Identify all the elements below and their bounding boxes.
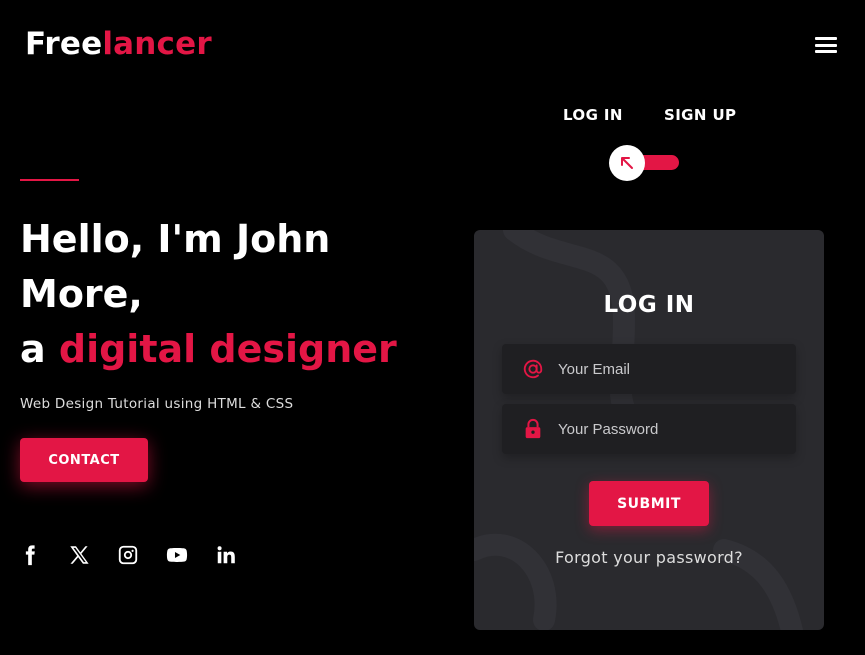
contact-button[interactable]: CONTACT — [20, 438, 148, 482]
login-card-title: LOG IN — [603, 292, 695, 318]
hero-title: Hello, I'm John More, a digital designer — [20, 212, 440, 377]
hero-subtitle: Web Design Tutorial using HTML & CSS — [20, 396, 294, 412]
facebook-icon[interactable] — [18, 543, 42, 567]
email-field[interactable] — [502, 344, 796, 394]
toggle-knob[interactable] — [609, 145, 645, 181]
instagram-icon[interactable] — [116, 543, 140, 567]
hamburger-icon[interactable] — [815, 37, 837, 53]
brand-logo[interactable]: Freelancer — [25, 26, 212, 62]
youtube-icon[interactable] — [165, 543, 189, 567]
lock-icon — [522, 418, 544, 440]
hero-title-accent: digital designer — [58, 327, 397, 371]
submit-button[interactable]: SUBMIT — [589, 481, 709, 526]
hero-title-prefix: a — [20, 327, 59, 371]
x-icon[interactable] — [67, 543, 91, 567]
hero-title-line1: Hello, I'm John — [20, 217, 331, 261]
hero-divider — [20, 179, 79, 181]
password-field[interactable] — [502, 404, 796, 454]
brand-logo-part1: Free — [25, 26, 103, 62]
login-card: LOG IN SUBMIT Forgot your password? — [474, 230, 824, 630]
tab-signup[interactable]: SIGN UP — [664, 106, 736, 124]
email-input[interactable] — [558, 360, 778, 378]
forgot-password-link[interactable]: Forgot your password? — [474, 548, 824, 567]
tab-login[interactable]: LOG IN — [563, 106, 623, 124]
arrow-up-left-icon — [621, 157, 633, 169]
login-signup-toggle[interactable] — [609, 145, 681, 181]
linkedin-icon[interactable] — [214, 543, 238, 567]
at-sign-icon — [522, 358, 544, 380]
brand-logo-part2: lancer — [102, 26, 212, 62]
password-input[interactable] — [558, 420, 778, 438]
social-links — [18, 543, 263, 567]
hero-title-line2: More, — [20, 272, 143, 316]
